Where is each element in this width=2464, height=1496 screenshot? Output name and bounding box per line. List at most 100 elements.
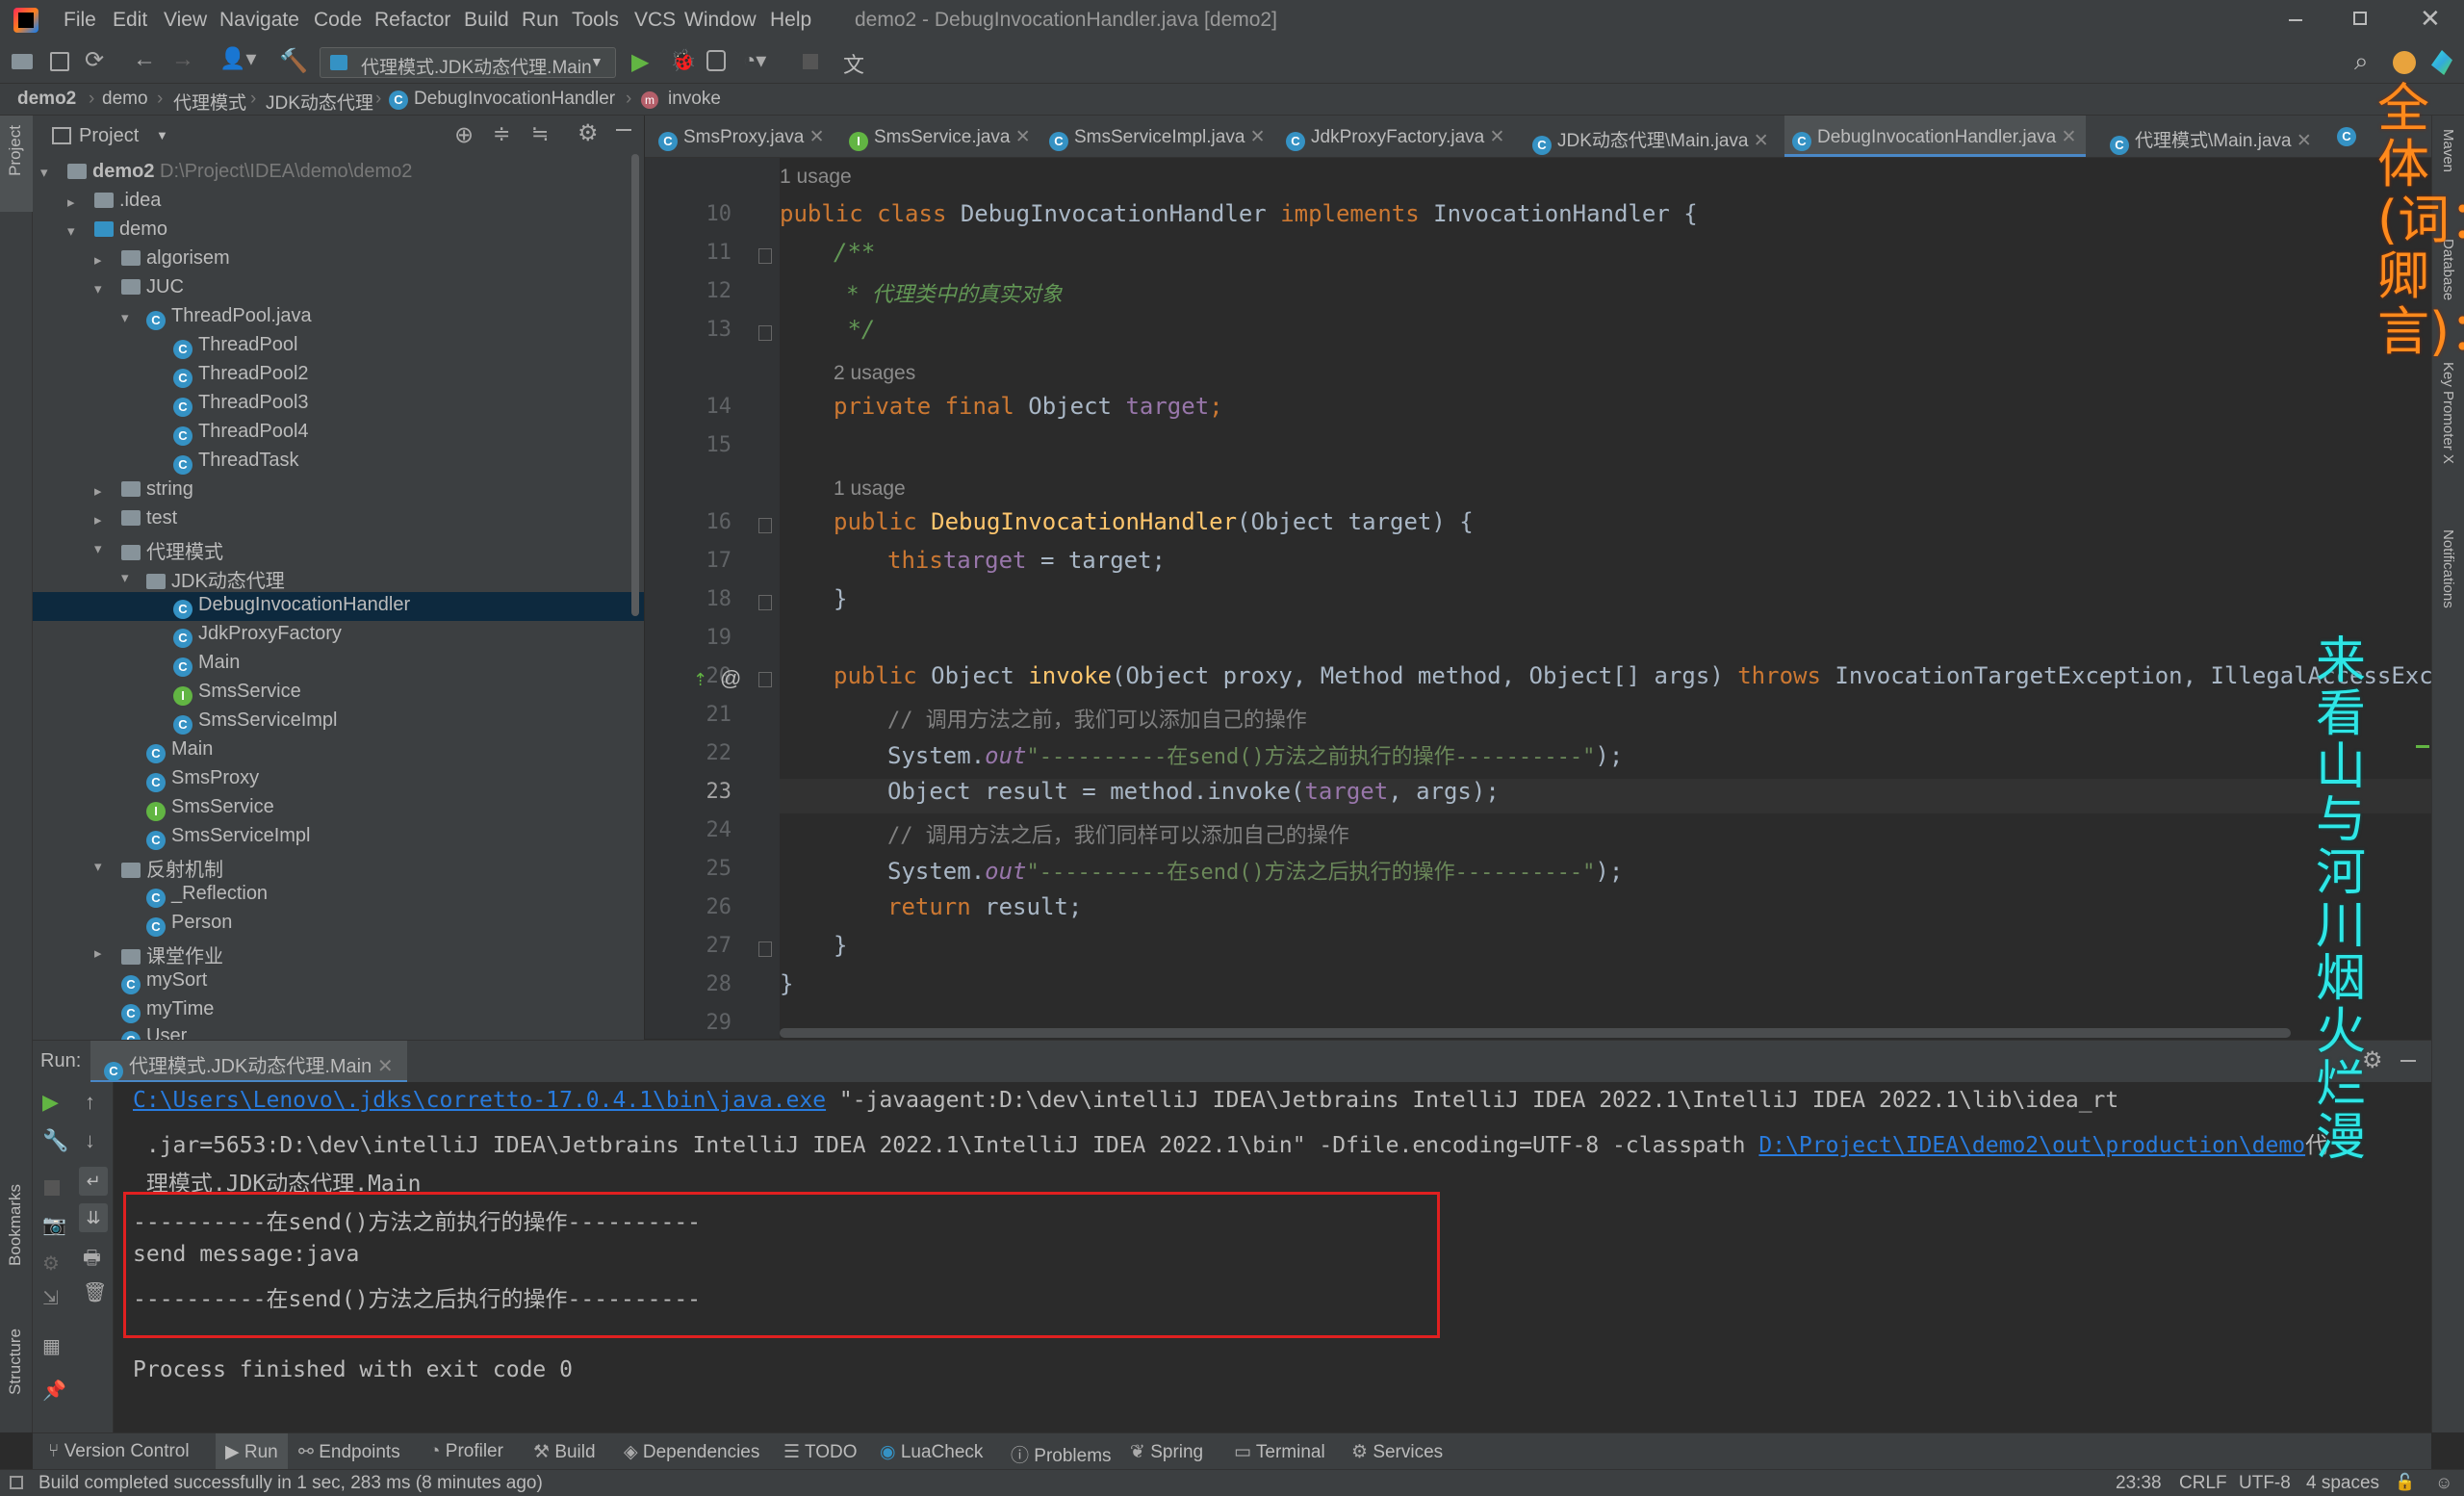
indent-setting[interactable]: 4 spaces: [2306, 1473, 2379, 1494]
close-icon[interactable]: ✕: [1250, 127, 1266, 147]
print-icon[interactable]: 🖶: [83, 1244, 101, 1277]
tab-build[interactable]: ⚒ Build: [533, 1441, 596, 1463]
menu-tools[interactable]: Tools: [572, 9, 619, 32]
tree-item[interactable]: C ThreadPool2: [173, 363, 309, 388]
key-promoter-tool-button[interactable]: Key Promoter X: [2440, 362, 2456, 464]
menu-run[interactable]: Run: [522, 9, 559, 32]
tab-smsserviceimpl[interactable]: C SmsServiceImpl.java ✕: [1049, 116, 1266, 157]
usage-hint[interactable]: 1 usage: [834, 477, 906, 501]
run-tab[interactable]: C 代理模式.JDK动态代理.Main ✕: [90, 1041, 407, 1083]
locate-icon[interactable]: ⊕: [454, 121, 474, 149]
soft-wrap-icon[interactable]: ↵: [79, 1167, 108, 1196]
fold-icon[interactable]: [758, 325, 772, 341]
pin-icon[interactable]: 📌: [42, 1379, 66, 1403]
file-encoding[interactable]: UTF-8: [2239, 1473, 2291, 1494]
down-arrow-icon[interactable]: ↓: [85, 1128, 95, 1153]
menu-file[interactable]: File: [64, 9, 96, 32]
fold-icon[interactable]: [758, 941, 772, 957]
breadcrumb-class[interactable]: DebugInvocationHandler: [414, 89, 615, 110]
tree-item[interactable]: string: [121, 478, 193, 501]
close-icon[interactable]: ✕: [809, 127, 825, 147]
user-icon[interactable]: 👤▾: [219, 46, 256, 71]
console-output[interactable]: C:\Users\Lenovo\.jdks\corretto-17.0.4.1\…: [114, 1082, 2431, 1432]
close-icon[interactable]: ✕: [1754, 131, 1769, 151]
run-config-select[interactable]: 代理模式.JDK动态代理.Main ▼: [320, 47, 616, 78]
project-tool-button[interactable]: Project: [0, 116, 33, 212]
implements-method-icon[interactable]: ⇡: [693, 670, 707, 690]
more-tabs-icon[interactable]: C: [2337, 127, 2356, 146]
close-icon[interactable]: ✕: [2297, 131, 2312, 151]
structure-tool-button[interactable]: Structure: [6, 1328, 25, 1395]
stop-icon[interactable]: [803, 54, 818, 69]
forward-icon[interactable]: →: [171, 46, 194, 73]
tab-jdkproxyfactory[interactable]: C JdkProxyFactory.java ✕: [1286, 116, 1504, 157]
breadcrumb-demo[interactable]: demo: [102, 89, 148, 110]
scroll-to-end-icon[interactable]: ⇊: [79, 1203, 108, 1232]
menu-view[interactable]: View: [164, 9, 207, 32]
close-icon[interactable]: ✕: [377, 1056, 394, 1077]
menu-build[interactable]: Build: [464, 9, 509, 32]
rerun-icon[interactable]: ▶: [42, 1090, 59, 1115]
line-separator[interactable]: CRLF: [2179, 1473, 2227, 1494]
menu-code[interactable]: Code: [314, 9, 362, 32]
chevron-down-icon[interactable]: ▼: [156, 128, 168, 142]
maven-tool-button[interactable]: Maven: [2440, 129, 2456, 172]
expand-arrow-icon[interactable]: ▸: [94, 482, 102, 500]
minimize-icon[interactable]: [2289, 19, 2302, 21]
tab-terminal[interactable]: ▭ Terminal: [1234, 1441, 1325, 1463]
wrench-icon[interactable]: 🔧: [42, 1128, 68, 1153]
tab-profiler[interactable]: ◔ Profiler: [429, 1441, 503, 1462]
run-icon[interactable]: ▶: [631, 48, 649, 76]
profile-icon[interactable]: ◔▾: [743, 48, 766, 73]
tab-debuginvocationhandler[interactable]: C DebugInvocationHandler.java ✕: [1784, 116, 2087, 157]
horizontal-scrollbar[interactable]: [780, 1028, 2291, 1038]
notifications-tool-button[interactable]: Notifications: [2440, 529, 2456, 608]
breadcrumb-method[interactable]: invoke: [668, 89, 721, 110]
tab-dependencies[interactable]: ◈ Dependencies: [624, 1441, 759, 1463]
tab-run[interactable]: ▶ Run: [216, 1433, 288, 1470]
smiley-icon[interactable]: ☺: [2435, 1473, 2452, 1493]
build-hammer-icon[interactable]: 🔨: [279, 47, 308, 75]
close-icon[interactable]: ✕: [2062, 127, 2077, 147]
tab-version-control[interactable]: ⑂ Version Control: [48, 1441, 190, 1462]
menu-help[interactable]: Help: [770, 9, 811, 32]
status-square-icon[interactable]: [10, 1476, 23, 1489]
fold-icon[interactable]: [758, 518, 772, 533]
tab-luacheck[interactable]: ◉ LuaCheck: [880, 1441, 983, 1463]
coverage-icon[interactable]: [706, 50, 726, 71]
caret-position[interactable]: 23:38: [2116, 1473, 2162, 1494]
breadcrumb-project[interactable]: demo2: [17, 89, 76, 110]
jdk-path-link[interactable]: C:\Users\Lenovo\.jdks\corretto-17.0.4.1\…: [133, 1088, 826, 1113]
inspection-indicator[interactable]: [2416, 745, 2429, 748]
translate-icon[interactable]: 文: [843, 48, 864, 79]
gear-icon[interactable]: ⚙: [578, 119, 599, 147]
tab-spring[interactable]: ❦ Spring: [1130, 1441, 1203, 1463]
sync-icon[interactable]: ⟳: [85, 46, 104, 74]
collapse-all-icon[interactable]: ≒: [531, 121, 549, 146]
back-icon[interactable]: ←: [133, 46, 156, 73]
menu-vcs[interactable]: VCS: [634, 9, 676, 32]
trash-icon[interactable]: 🗑: [83, 1280, 107, 1304]
tab-smsservice[interactable]: I SmsService.java ✕: [849, 116, 1031, 157]
tab-endpoints[interactable]: ⚯ Endpoints: [298, 1441, 400, 1463]
classpath-link[interactable]: D:\Project\IDEA\demo2\out\production\dem…: [1758, 1133, 2305, 1158]
usage-hint[interactable]: 1 usage: [780, 166, 852, 189]
tab-jdk-main[interactable]: C JDK动态代理\Main.java ✕: [1532, 116, 1769, 157]
hide-icon[interactable]: [616, 129, 631, 131]
project-panel-title[interactable]: Project: [79, 125, 139, 147]
open-folder-icon[interactable]: [12, 54, 33, 69]
breadcrumb-subpackage[interactable]: JDK动态代理: [266, 89, 373, 115]
up-arrow-icon[interactable]: ↑: [85, 1090, 95, 1115]
lock-icon[interactable]: 🔓: [2395, 1473, 2415, 1492]
fold-icon[interactable]: [758, 595, 772, 610]
restore-icon[interactable]: [2353, 12, 2367, 25]
menu-navigate[interactable]: Navigate: [219, 9, 299, 32]
search-icon[interactable]: ⌕: [2354, 46, 2369, 77]
breadcrumb-package[interactable]: 代理模式: [173, 89, 246, 115]
code-editor[interactable]: 1 usage public class DebugInvocationHand…: [780, 158, 2431, 1039]
status-message[interactable]: Build completed successfully in 1 sec, 2…: [38, 1473, 543, 1494]
tab-proxy-main[interactable]: C 代理模式\Main.java ✕: [2110, 116, 2312, 157]
debug-icon[interactable]: 🐞: [670, 48, 696, 73]
close-icon[interactable]: ✕: [1015, 127, 1031, 147]
save-icon[interactable]: [50, 52, 69, 71]
